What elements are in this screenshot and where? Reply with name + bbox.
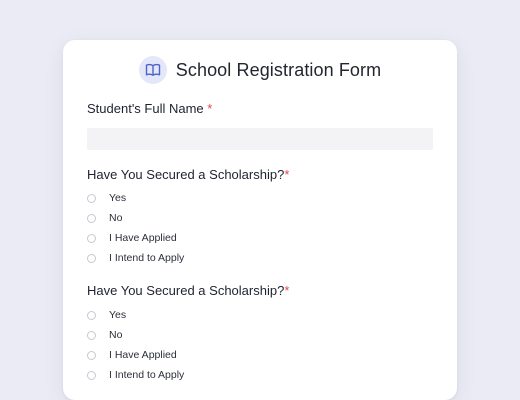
- radio-option-label: No: [109, 212, 123, 224]
- required-asterisk: *: [284, 283, 290, 298]
- radio-button[interactable]: [87, 193, 96, 203]
- radio-option-label: Yes: [109, 192, 127, 204]
- full-name-input[interactable]: [87, 128, 433, 150]
- book-icon: [138, 56, 167, 84]
- radio-option-intend[interactable]: I Intend to Apply: [87, 365, 184, 385]
- required-asterisk: *: [207, 101, 213, 116]
- radio-button[interactable]: [87, 370, 96, 380]
- radio-option-label: I Have Applied: [109, 232, 177, 244]
- full-name-label-text: Student's Full Name: [87, 101, 204, 116]
- radio-option-yes[interactable]: Yes: [87, 305, 184, 325]
- radio-button[interactable]: [87, 253, 96, 263]
- form-title: School Registration Form: [175, 59, 382, 80]
- radio-button[interactable]: [87, 350, 96, 360]
- radio-option-no[interactable]: No: [87, 325, 184, 345]
- scholarship-question-text: Have You Secured a Scholarship?: [87, 283, 285, 298]
- radio-option-label: Yes: [109, 309, 127, 321]
- radio-option-applied[interactable]: I Have Applied: [87, 345, 184, 365]
- radio-option-applied[interactable]: I Have Applied: [87, 228, 184, 248]
- registration-form-card: School Registration Form Student's Full …: [63, 40, 457, 400]
- full-name-label: Student's Full Name *: [87, 101, 212, 116]
- radio-option-label: I Have Applied: [109, 349, 177, 361]
- scholarship-options: Yes No I Have Applied I Intend to Apply: [87, 188, 184, 268]
- form-header: School Registration Form: [63, 56, 457, 84]
- radio-option-yes[interactable]: Yes: [87, 188, 184, 208]
- scholarship-question-label: Have You Secured a Scholarship?*: [87, 167, 289, 182]
- radio-option-label: I Intend to Apply: [109, 369, 185, 381]
- radio-button[interactable]: [87, 213, 96, 223]
- scholarship-question-text: Have You Secured a Scholarship?: [87, 167, 285, 182]
- required-asterisk: *: [284, 167, 290, 182]
- scholarship-options-2: Yes No I Have Applied I Intend to Apply: [87, 305, 184, 385]
- radio-option-no[interactable]: No: [87, 208, 184, 228]
- radio-button[interactable]: [87, 233, 96, 243]
- radio-option-label: I Intend to Apply: [109, 252, 185, 264]
- radio-option-label: No: [109, 329, 123, 341]
- scholarship-question-label-2: Have You Secured a Scholarship?*: [87, 283, 289, 298]
- radio-button[interactable]: [87, 310, 96, 320]
- radio-button[interactable]: [87, 330, 96, 340]
- radio-option-intend[interactable]: I Intend to Apply: [87, 248, 184, 268]
